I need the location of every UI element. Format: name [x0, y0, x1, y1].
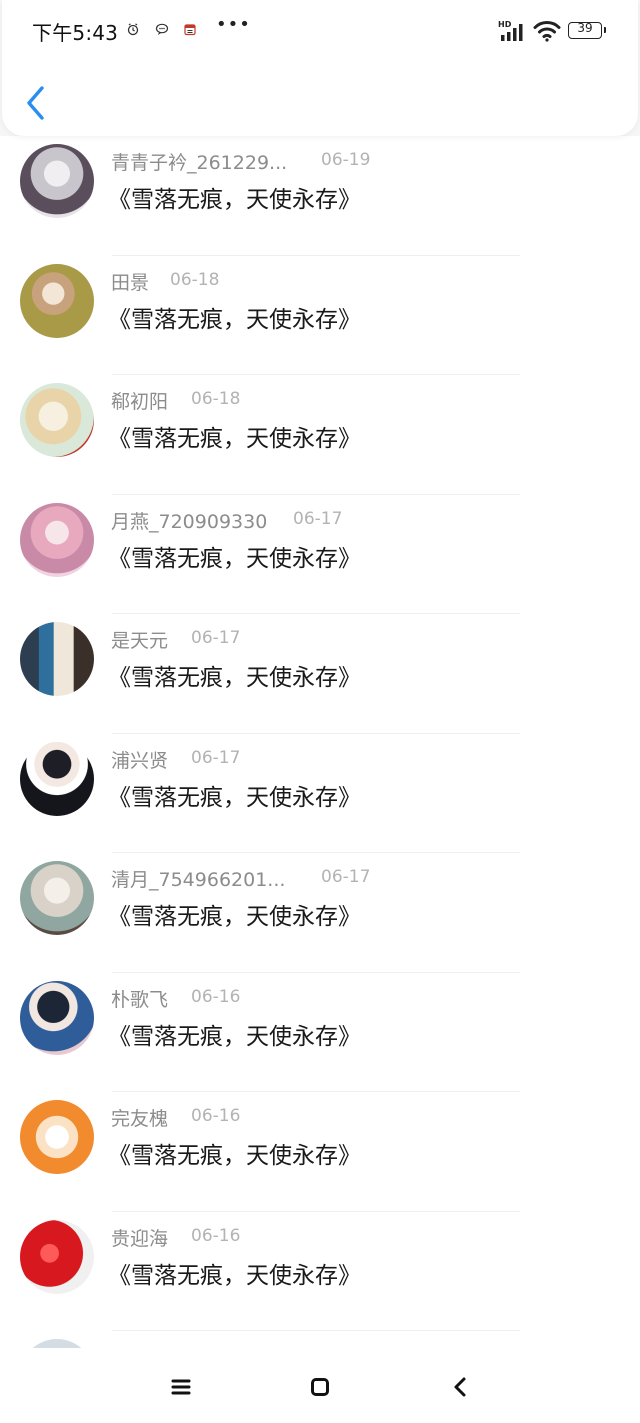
post-title: 《雪落无痕，天使永存》 [108, 1143, 361, 1169]
avatar [20, 861, 94, 935]
back-chevron-icon[interactable] [446, 1372, 476, 1402]
post-date: 06-17 [191, 747, 241, 768]
hd-signal-icon [501, 24, 523, 41]
post-title: 《雪落无痕，天使永存》 [108, 784, 361, 811]
user-name: 青青子衿_261229... [111, 152, 288, 174]
status-time: 下午5:43 [32, 21, 119, 45]
avatar [20, 622, 94, 696]
user-name: 贵迎海 [111, 1227, 169, 1250]
avatar [20, 383, 94, 457]
home-square-icon[interactable] [305, 1372, 335, 1402]
post-date: 06-18 [170, 269, 220, 290]
list-item[interactable] [0, 1331, 640, 1348]
reader-list: 青青子衿_261229... 06-19 《雪落无痕，天使永存》 田景 06-1… [0, 136, 640, 1348]
user-name: 是天元 [111, 630, 169, 652]
list-item[interactable]: 郗初阳 06-18 《雪落无痕，天使永存》 [0, 375, 640, 495]
menu-icon[interactable] [166, 1372, 196, 1402]
list-item[interactable]: 清月_754966201... 06-17 《雪落无痕，天使永存》 [0, 853, 640, 973]
top-header: 下午5:43 ••• HD 39 [2, 0, 638, 136]
post-title: 《雪落无痕，天使永存》 [108, 665, 361, 691]
post-title: 《雪落无痕，天使永存》 [108, 187, 361, 213]
post-date: 06-17 [321, 867, 371, 887]
post-date: 06-19 [321, 150, 371, 170]
user-name: 浦兴贤 [111, 749, 169, 772]
calendar-icon [184, 24, 196, 36]
post-title: 《雪落无痕，天使永存》 [108, 904, 361, 930]
post-title: 《雪落无痕，天使永存》 [108, 1023, 361, 1050]
avatar [20, 144, 94, 218]
more-dots-icon: ••• [216, 14, 251, 35]
battery-level: 39 [577, 21, 593, 35]
post-title: 《雪落无痕，天使永存》 [108, 306, 361, 333]
list-item[interactable]: 月燕_720909330 06-17 《雪落无痕，天使永存》 [0, 494, 640, 614]
post-date: 06-16 [191, 1225, 241, 1246]
post-date: 06-17 [191, 628, 241, 648]
post-date: 06-17 [293, 508, 343, 529]
list-item[interactable]: 完友槐 06-16 《雪落无痕，天使永存》 [0, 1092, 640, 1212]
avatar [20, 1219, 94, 1294]
avatar [20, 502, 94, 577]
user-name: 朴歌飞 [111, 988, 169, 1011]
list-item[interactable]: 田景 06-18 《雪落无痕，天使永存》 [0, 255, 640, 375]
list-item[interactable]: 浦兴贤 06-17 《雪落无痕，天使永存》 [0, 733, 640, 853]
post-title: 《雪落无痕，天使永存》 [108, 1262, 361, 1289]
post-date: 06-16 [191, 1106, 241, 1126]
list-item[interactable]: 贵迎海 06-16 《雪落无痕，天使永存》 [0, 1211, 640, 1331]
avatar [20, 741, 94, 816]
list-item[interactable]: 朴歌飞 06-16 《雪落无痕，天使永存》 [0, 972, 640, 1092]
post-date: 06-18 [191, 389, 241, 409]
user-name: 完友槐 [111, 1108, 169, 1130]
post-title: 《雪落无痕，天使永存》 [108, 426, 361, 452]
back-button[interactable] [20, 82, 54, 124]
list-item[interactable]: 是天元 06-17 《雪落无痕，天使永存》 [0, 614, 640, 734]
message-icon [155, 23, 169, 35]
post-title: 《雪落无痕，天使永存》 [108, 545, 361, 572]
avatar [20, 1339, 94, 1348]
battery-icon: 39 [568, 21, 606, 39]
post-date: 06-16 [191, 986, 241, 1007]
user-name: 月燕_720909330 [111, 510, 268, 533]
avatar [20, 980, 94, 1055]
avatar [20, 1100, 94, 1174]
avatar [20, 263, 94, 338]
wifi-icon [533, 21, 561, 42]
user-name: 田景 [111, 271, 150, 294]
system-navbar [0, 1348, 640, 1423]
user-name: 清月_754966201... [111, 869, 286, 891]
list-item[interactable]: 青青子衿_261229... 06-19 《雪落无痕，天使永存》 [0, 136, 640, 256]
alarm-icon [127, 23, 139, 36]
user-name: 郗初阳 [111, 391, 169, 413]
